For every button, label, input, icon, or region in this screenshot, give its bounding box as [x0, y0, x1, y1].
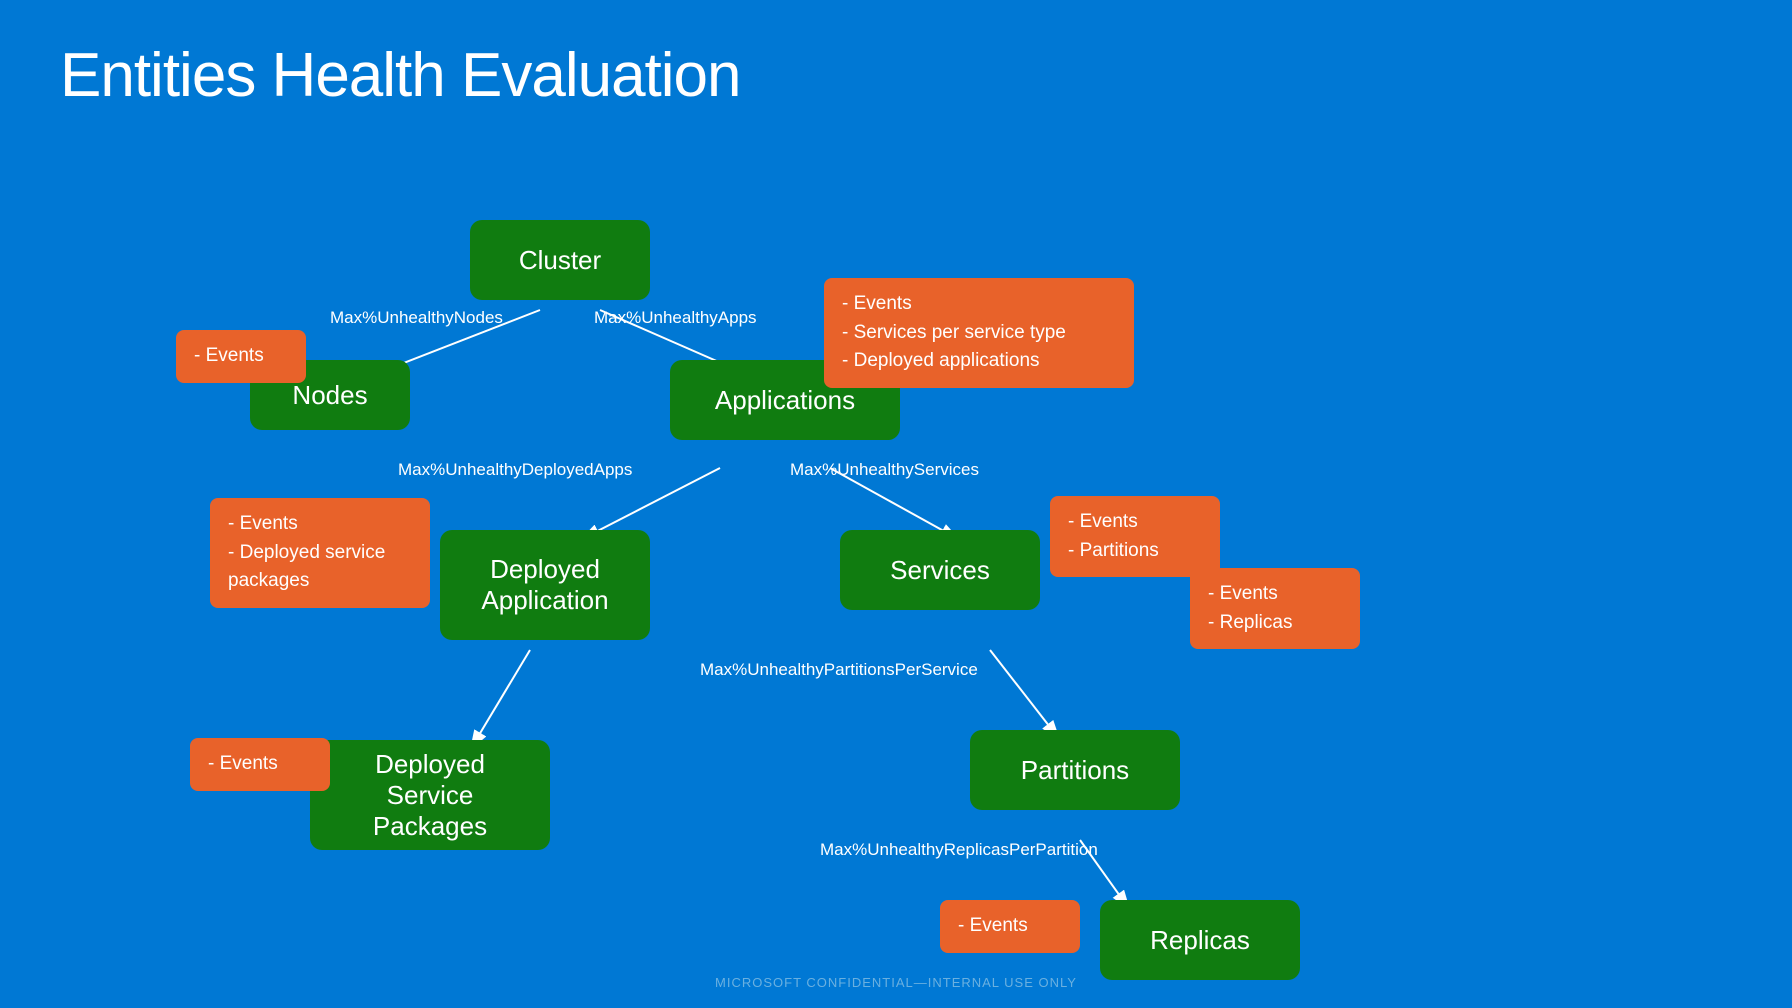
- services-node: Services: [840, 530, 1040, 610]
- replicas-node: Replicas: [1100, 900, 1300, 980]
- services-events-box: Events Partitions: [1050, 496, 1220, 577]
- replicas-events-box: Events: [940, 900, 1080, 953]
- label-max-unhealthy-deployed-apps: Max%UnhealthyDeployedApps: [398, 460, 632, 480]
- deployed-service-packages-node: Deployed Service Packages: [310, 740, 550, 850]
- page-title: Entities Health Evaluation: [60, 40, 741, 111]
- partitions-node: Partitions: [970, 730, 1180, 810]
- label-max-unhealthy-apps: Max%UnhealthyApps: [594, 308, 757, 328]
- label-max-unhealthy-replicas: Max%UnhealthyReplicasPerPartition: [820, 840, 1098, 860]
- label-max-unhealthy-nodes: Max%UnhealthyNodes: [330, 308, 503, 328]
- cluster-node: Cluster: [470, 220, 650, 300]
- nodes-events-box: Events: [176, 330, 306, 383]
- footer-text: MICROSOFT CONFIDENTIAL—INTERNAL USE ONLY: [715, 975, 1077, 990]
- applications-events-box: Events Services per service type Deploye…: [824, 278, 1134, 388]
- deployed-spkg-events-box: Events: [190, 738, 330, 791]
- label-max-unhealthy-services: Max%UnhealthyServices: [790, 460, 979, 480]
- deployed-application-node: Deployed Application: [440, 530, 650, 640]
- partitions-events-box: Events Replicas: [1190, 568, 1360, 649]
- deployed-app-events-box: Events Deployed service packages: [210, 498, 430, 608]
- label-max-unhealthy-partitions: Max%UnhealthyPartitionsPerService: [700, 660, 978, 680]
